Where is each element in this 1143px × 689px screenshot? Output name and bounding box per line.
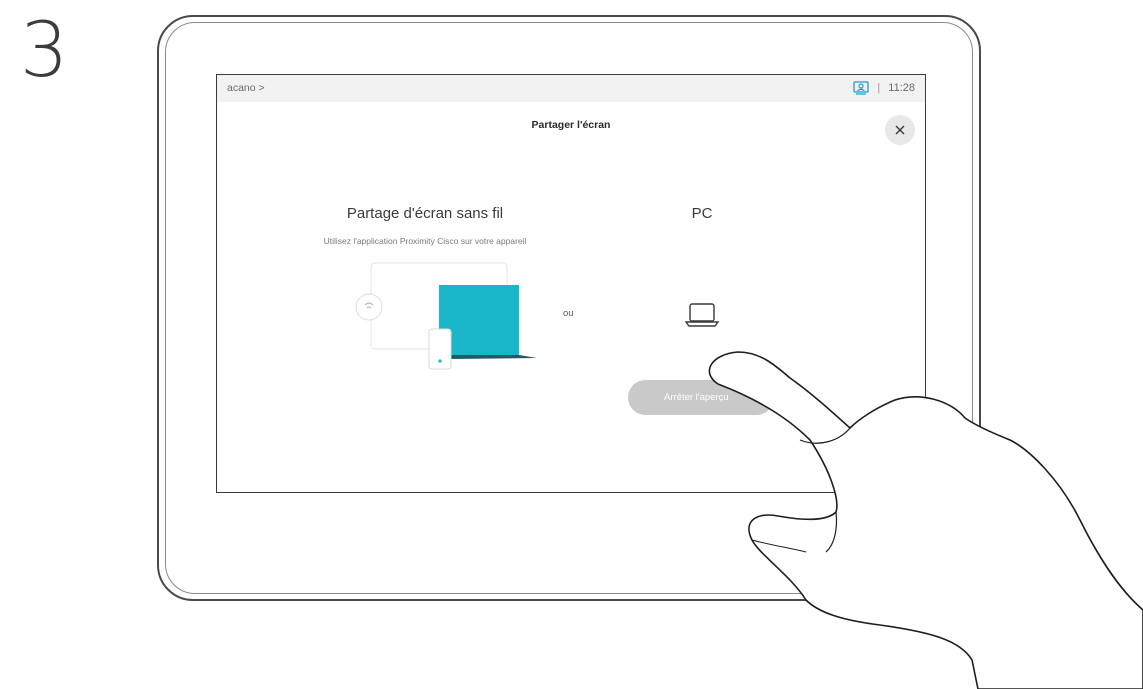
dialog-title: Partager l'écran — [531, 119, 611, 131]
or-separator: ou — [563, 308, 574, 319]
clock: 11:28 — [888, 82, 915, 94]
close-icon — [895, 125, 905, 135]
close-button[interactable] — [885, 115, 915, 145]
breadcrumb[interactable]: acano > — [227, 82, 265, 94]
pc-share-title[interactable]: PC — [662, 205, 742, 222]
step-number: 3 — [20, 5, 68, 94]
wireless-share-subtitle: Utilisez l'application Proximity Cisco s… — [323, 236, 527, 246]
touch-screen: acano > | 11:28 Partager l'écran Partage… — [216, 74, 926, 493]
person-in-frame-icon[interactable] — [853, 81, 870, 95]
status-bar: acano > | 11:28 — [217, 75, 925, 102]
wireless-share-illustration[interactable] — [353, 261, 545, 373]
wireless-share-title[interactable]: Partage d'écran sans fil — [317, 205, 533, 222]
status-separator: | — [877, 82, 881, 94]
laptop-icon[interactable] — [684, 300, 720, 328]
status-area: | 11:28 — [853, 80, 915, 96]
stop-preview-button[interactable]: Arrêter l'aperçu — [628, 380, 774, 415]
tutorial-page: 3 acano > | 11:28 Partager l'écran Parta… — [0, 0, 1143, 689]
